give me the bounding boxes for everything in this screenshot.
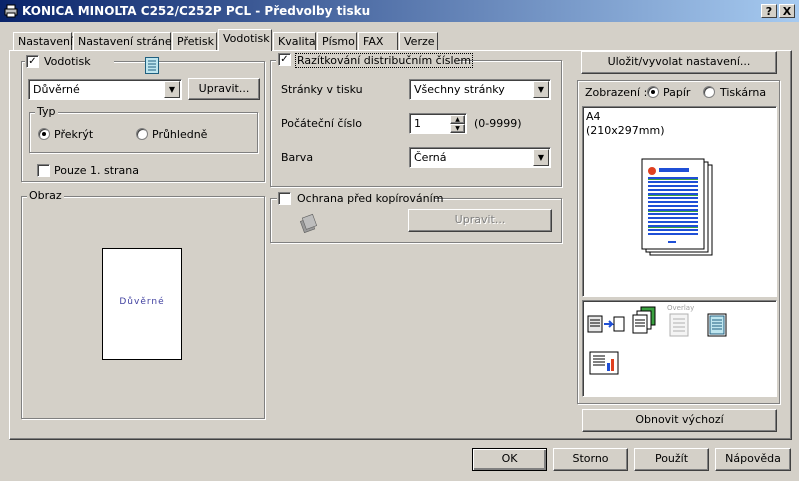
watermark-edit-button[interactable]: Upravit... (188, 78, 260, 100)
view-paper-label: Papír (663, 86, 691, 99)
print-to-output-icon (587, 313, 625, 335)
image-group-label: Obraz (27, 189, 64, 202)
watermark-select-value: Důvěrné (33, 83, 80, 96)
stepper-down-icon[interactable]: ▼ (450, 124, 465, 133)
start-number-stepper[interactable]: 1 ▲ ▼ (409, 113, 467, 134)
stamp-checkbox-row[interactable]: ✓ Razítkování distribučním číslem (276, 52, 474, 68)
tab-pretisk[interactable]: Přetisk (172, 32, 217, 50)
start-number-range: (0-9999) (474, 117, 522, 130)
copies-stack-icon (631, 306, 657, 336)
function-icons-box: Overlay (582, 300, 777, 397)
copy-protect-edit-button[interactable]: Upravit... (408, 209, 552, 232)
tab-nastaveni[interactable]: Nastavení (13, 32, 73, 50)
pages-select-value: Všechny stránky (414, 83, 505, 96)
help-title-button[interactable]: ? (761, 4, 777, 18)
paper-size: A4 (586, 110, 601, 123)
save-recall-settings-button[interactable]: Uložit/vyvolat nastavení... (581, 51, 777, 74)
chart-document-icon (589, 351, 619, 375)
tab-kvalita[interactable]: Kvalita (273, 32, 316, 50)
stamp-checkbox-label: Razítkování distribučním číslem (295, 53, 474, 68)
chevron-down-icon[interactable]: ▼ (164, 81, 180, 98)
chevron-down-icon[interactable]: ▼ (533, 81, 549, 98)
stepper-up-icon[interactable]: ▲ (450, 115, 465, 124)
view-paper-radio[interactable] (647, 86, 659, 98)
copy-protect-checkbox[interactable] (278, 192, 291, 205)
watermark-checkbox-row[interactable]: ✓ Vodotisk (25, 54, 114, 68)
paper-preview-box: A4 (210x297mm) (582, 106, 777, 297)
tab-nastaveni-stranek[interactable]: Nastavení stránek (73, 32, 178, 50)
ok-button[interactable]: OK (472, 448, 547, 471)
close-window-button[interactable]: X (779, 4, 795, 18)
watermark-checkbox-label: Vodotisk (44, 55, 91, 68)
transparent-radio[interactable] (136, 128, 148, 140)
stamp-checkbox[interactable]: ✓ (278, 53, 291, 66)
pages-label: Stránky v tisku (281, 83, 363, 96)
chevron-down-icon[interactable]: ▼ (533, 149, 549, 166)
document-preview-icon (639, 157, 717, 259)
title-bar: KONICA MINOLTA C252/C252P PCL - Předvolb… (0, 0, 799, 22)
printer-icon (4, 4, 18, 18)
watermark-checkbox[interactable]: ✓ (26, 55, 39, 68)
copy-protect-icon (299, 213, 318, 234)
overlay-radio-label: Překrýt (54, 128, 94, 141)
type-group-label: Typ (35, 105, 58, 118)
tab-verze[interactable]: Verze (399, 32, 438, 50)
transparent-radio-label: Průhledně (152, 128, 208, 141)
color-label: Barva (281, 151, 314, 164)
paper-dims: (210x297mm) (586, 124, 665, 137)
view-label: Zobrazení : (585, 86, 648, 99)
tab-pismo[interactable]: Písmo (317, 32, 357, 50)
first-page-only-checkbox[interactable] (37, 164, 50, 177)
restore-defaults-button[interactable]: Obnovit výchozí (582, 409, 777, 432)
window-title: KONICA MINOLTA C252/C252P PCL - Předvolb… (22, 4, 371, 18)
overlay-radio[interactable] (38, 128, 50, 140)
watermark-preview-text: Důvěrné (119, 297, 165, 307)
view-printer-label: Tiskárna (720, 86, 767, 99)
color-select[interactable]: Černá ▼ (409, 147, 551, 168)
watermark-select[interactable]: Důvěrné ▼ (28, 79, 182, 100)
start-number-value: 1 (414, 117, 421, 130)
overlay-page-icon (669, 313, 689, 337)
pages-select[interactable]: Všechny stránky ▼ (409, 79, 551, 100)
copy-protect-label: Ochrana před kopírováním (297, 192, 444, 205)
color-select-value: Černá (414, 151, 447, 164)
cancel-button[interactable]: Storno (553, 448, 628, 471)
start-number-label: Počáteční číslo (281, 117, 363, 130)
help-button[interactable]: Nápověda (715, 448, 791, 471)
first-page-only-label: Pouze 1. strana (54, 164, 139, 177)
view-printer-radio[interactable] (703, 86, 715, 98)
apply-button[interactable]: Použít (634, 448, 709, 471)
copy-protect-checkbox-row[interactable]: Ochrana před kopírováním (277, 191, 443, 206)
tab-vodotisk[interactable]: Vodotisk (218, 29, 272, 51)
tab-fax[interactable]: FAX (358, 32, 398, 50)
overlay-label: Overlay (667, 304, 695, 312)
watermark-preview-page: Důvěrné (102, 248, 182, 360)
watermark-function-icon (707, 313, 727, 337)
watermark-page-icon (145, 57, 159, 74)
